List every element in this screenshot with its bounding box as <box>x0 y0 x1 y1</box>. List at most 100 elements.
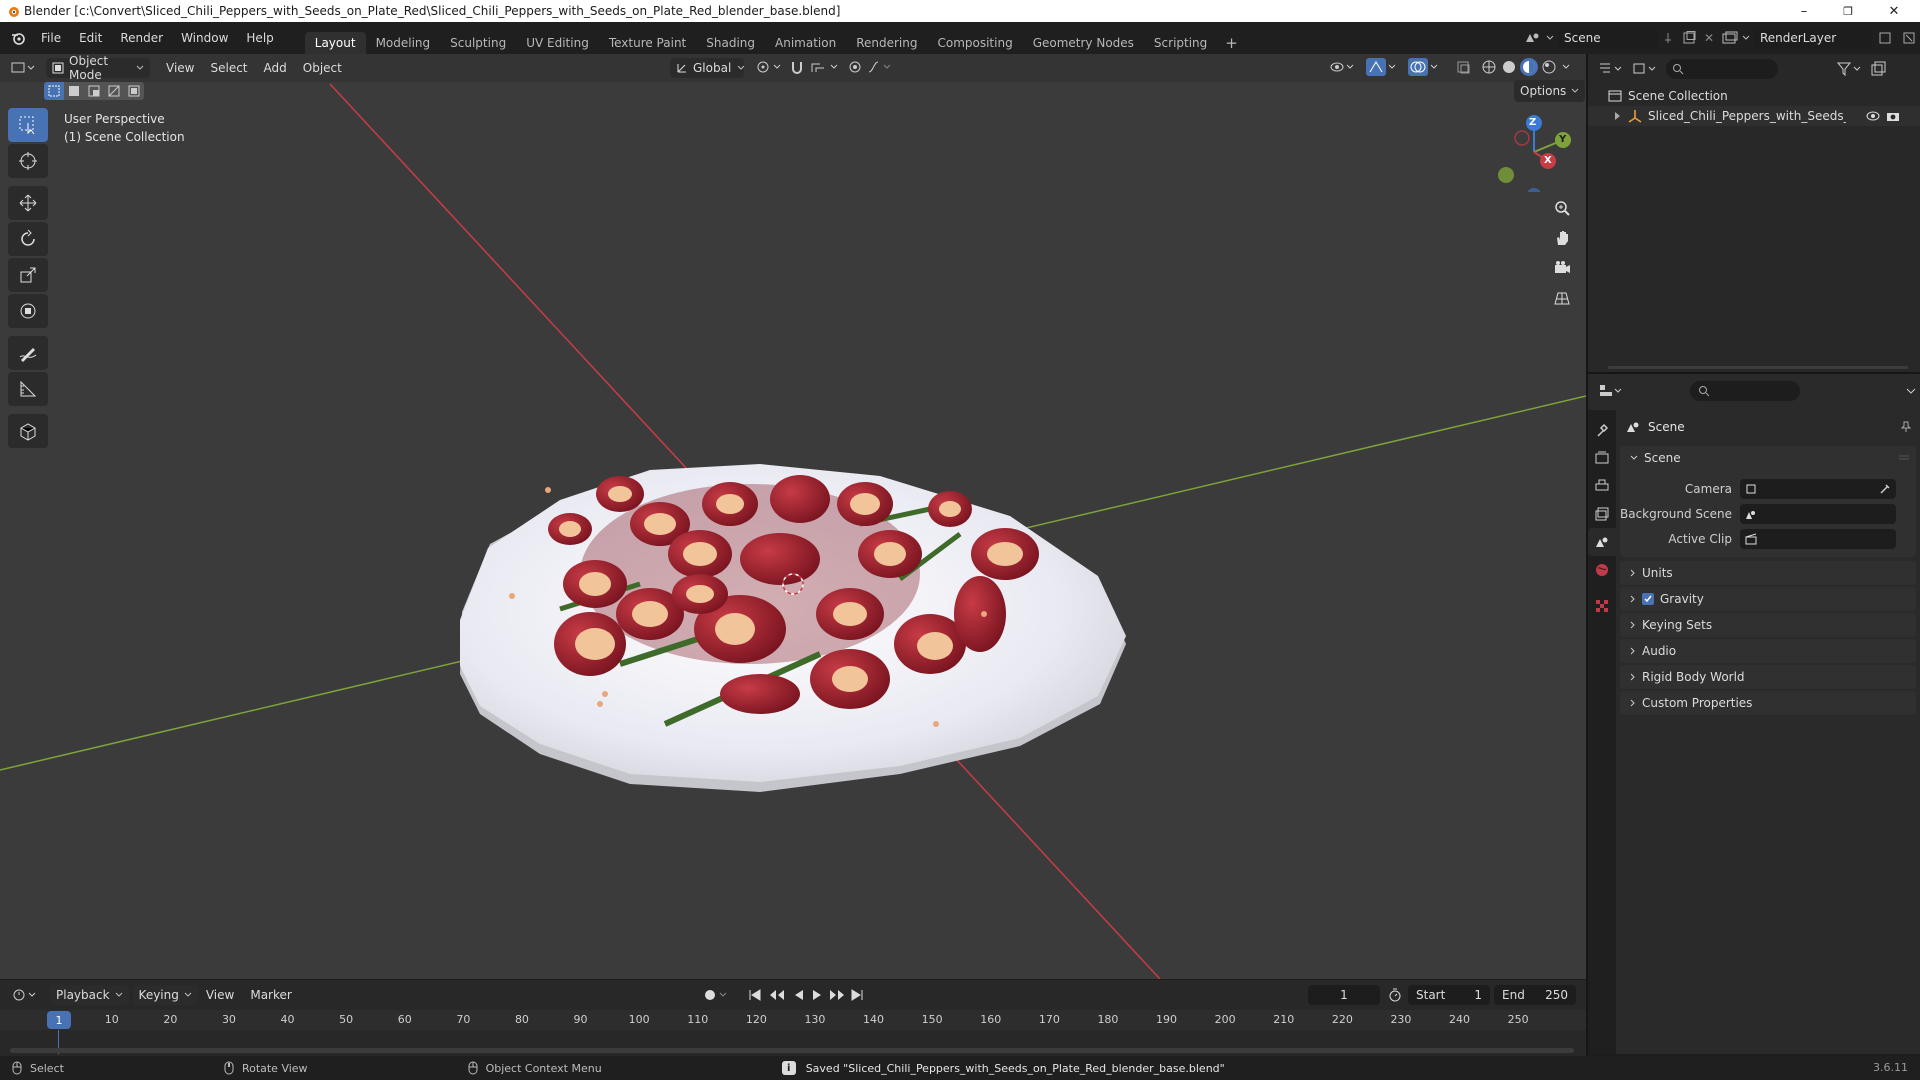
tool-scale[interactable] <box>8 258 48 292</box>
tab-modeling[interactable]: Modeling <box>366 32 441 54</box>
timeline-editor-type-icon[interactable] <box>12 987 38 1003</box>
play-reverse-icon[interactable] <box>792 988 806 1002</box>
new-renderlayer-icon[interactable] <box>1878 31 1892 45</box>
jump-end-icon[interactable] <box>850 988 864 1002</box>
scene-name-field[interactable]: Scene <box>1558 28 1658 48</box>
jump-keyframe-back-icon[interactable] <box>768 988 786 1002</box>
tab-sculpting[interactable]: Sculpting <box>440 32 516 54</box>
menu-window[interactable]: Window <box>172 31 237 45</box>
tool-measure[interactable] <box>8 372 48 406</box>
custom-properties-panel-header[interactable]: Custom Properties <box>1620 691 1916 715</box>
tab-geometry-nodes[interactable]: Geometry Nodes <box>1023 32 1144 54</box>
tool-transform[interactable] <box>8 294 48 328</box>
falloff-icon[interactable] <box>868 60 894 74</box>
tab-view-layer[interactable] <box>1588 500 1616 528</box>
tool-select-box[interactable] <box>8 108 48 142</box>
display-mode-icon[interactable] <box>1632 61 1658 77</box>
tool-rotate[interactable] <box>8 222 48 256</box>
shading-material-icon[interactable] <box>1520 58 1538 76</box>
options-dropdown[interactable]: Options <box>1514 80 1586 102</box>
camera-field[interactable] <box>1740 478 1896 499</box>
units-panel-header[interactable]: Units <box>1620 561 1916 585</box>
xray-toggle-icon[interactable] <box>1456 60 1472 74</box>
start-frame-field[interactable]: Start 1 <box>1408 985 1490 1005</box>
expand-arrow-icon[interactable] <box>1614 111 1622 121</box>
properties-options-icon[interactable] <box>1906 386 1916 396</box>
viewport-menu-object[interactable]: Object <box>295 58 350 78</box>
end-frame-field[interactable]: End 250 <box>1494 985 1576 1005</box>
delete-scene-icon[interactable]: ✕ <box>1704 31 1714 45</box>
gravity-checkbox[interactable] <box>1642 593 1654 605</box>
editor-type-icon[interactable] <box>10 60 36 76</box>
snap-target-icon[interactable] <box>810 60 840 74</box>
playback-menu[interactable]: Playback <box>50 985 129 1005</box>
tool-annotate[interactable] <box>8 336 48 370</box>
eye-icon[interactable] <box>1866 111 1880 121</box>
renderlayer-name-field[interactable]: RenderLayer <box>1754 28 1872 48</box>
tool-cursor[interactable] <box>8 144 48 178</box>
pivot-point-icon[interactable] <box>756 60 782 74</box>
stopwatch-icon[interactable] <box>1388 988 1402 1002</box>
menu-help[interactable]: Help <box>237 31 282 45</box>
outliner-row-object[interactable]: Sliced_Chili_Peppers_with_Seeds_on_Pla <box>1588 106 1920 126</box>
pan-view-button[interactable] <box>1548 224 1576 252</box>
select-intersect-icon[interactable] <box>124 82 144 100</box>
shading-dropdown-icon[interactable] <box>1562 60 1572 74</box>
filter-icon[interactable] <box>1836 61 1862 77</box>
close-button[interactable]: ✕ <box>1872 0 1916 22</box>
viewport-menu-view[interactable]: View <box>158 58 202 78</box>
shading-rendered-icon[interactable] <box>1542 60 1556 74</box>
audio-panel-header[interactable]: Audio <box>1620 639 1916 663</box>
menu-file[interactable]: File <box>32 31 70 45</box>
tab-shading[interactable]: Shading <box>696 32 765 54</box>
auto-keying-icon[interactable] <box>703 988 729 1002</box>
snap-icon[interactable] <box>790 60 806 74</box>
new-scene-icon[interactable] <box>1682 31 1696 45</box>
properties-search-input[interactable] <box>1690 381 1800 401</box>
tab-scene[interactable] <box>1588 528 1616 556</box>
jump-keyframe-forward-icon[interactable] <box>828 988 846 1002</box>
timeline-marker-menu[interactable]: Marker <box>242 985 299 1005</box>
renderlayer-selector[interactable]: RenderLayer <box>1722 27 1916 49</box>
outliner-row-scene-collection[interactable]: Scene Collection <box>1588 86 1920 106</box>
blender-menu-icon[interactable] <box>10 30 26 46</box>
new-collection-icon[interactable] <box>1870 61 1886 77</box>
pin-icon[interactable] <box>1900 421 1912 433</box>
current-frame-indicator[interactable]: 1 <box>47 1011 71 1029</box>
drag-handle-icon[interactable] <box>1898 454 1910 462</box>
menu-render[interactable]: Render <box>111 31 172 45</box>
shading-wireframe-icon[interactable] <box>1482 60 1496 74</box>
outliner-horizontal-scrollbar[interactable] <box>1608 366 1908 369</box>
tab-output[interactable] <box>1588 472 1616 500</box>
menu-edit[interactable]: Edit <box>70 31 111 45</box>
select-subtract-icon[interactable] <box>84 82 104 100</box>
tab-tool[interactable] <box>1588 416 1616 444</box>
tab-texture-paint[interactable]: Texture Paint <box>599 32 696 54</box>
viewport-menu-add[interactable]: Add <box>256 58 295 78</box>
scene-panel-header[interactable]: Scene <box>1620 446 1916 470</box>
jump-start-icon[interactable] <box>748 988 762 1002</box>
properties-editor-type-icon[interactable] <box>1598 383 1624 399</box>
select-invert-icon[interactable] <box>104 82 124 100</box>
zoom-view-button[interactable] <box>1548 194 1576 222</box>
object-mode-dropdown[interactable]: Object Mode <box>46 54 150 82</box>
proportional-edit-icon[interactable] <box>848 60 862 74</box>
select-new-icon[interactable] <box>44 82 64 100</box>
viewport-menu-select[interactable]: Select <box>202 58 255 78</box>
tab-texture[interactable] <box>1588 592 1616 620</box>
timeline-scrollbar[interactable] <box>10 1048 1574 1053</box>
tab-render[interactable] <box>1588 444 1616 472</box>
current-frame-field[interactable]: 1 <box>1308 985 1380 1005</box>
render-camera-icon[interactable] <box>1886 110 1900 122</box>
timeline-view-menu[interactable]: View <box>198 985 242 1005</box>
keying-menu[interactable]: Keying <box>132 985 198 1005</box>
selectability-visibility-icon[interactable] <box>1330 60 1356 74</box>
camera-view-button[interactable] <box>1548 254 1576 282</box>
toggle-projection-button[interactable] <box>1548 284 1576 312</box>
shading-solid-icon[interactable] <box>1502 60 1516 74</box>
maximize-button[interactable]: ❐ <box>1826 0 1870 22</box>
tool-add-cube[interactable] <box>8 414 48 448</box>
gravity-panel-header[interactable]: Gravity <box>1620 587 1916 611</box>
timeline-ruler[interactable]: 1 10 20 30 40 50 60 70 80 90 100 110 120 130 140 150 16… <box>0 1010 1586 1030</box>
minimize-button[interactable]: – <box>1782 0 1826 22</box>
